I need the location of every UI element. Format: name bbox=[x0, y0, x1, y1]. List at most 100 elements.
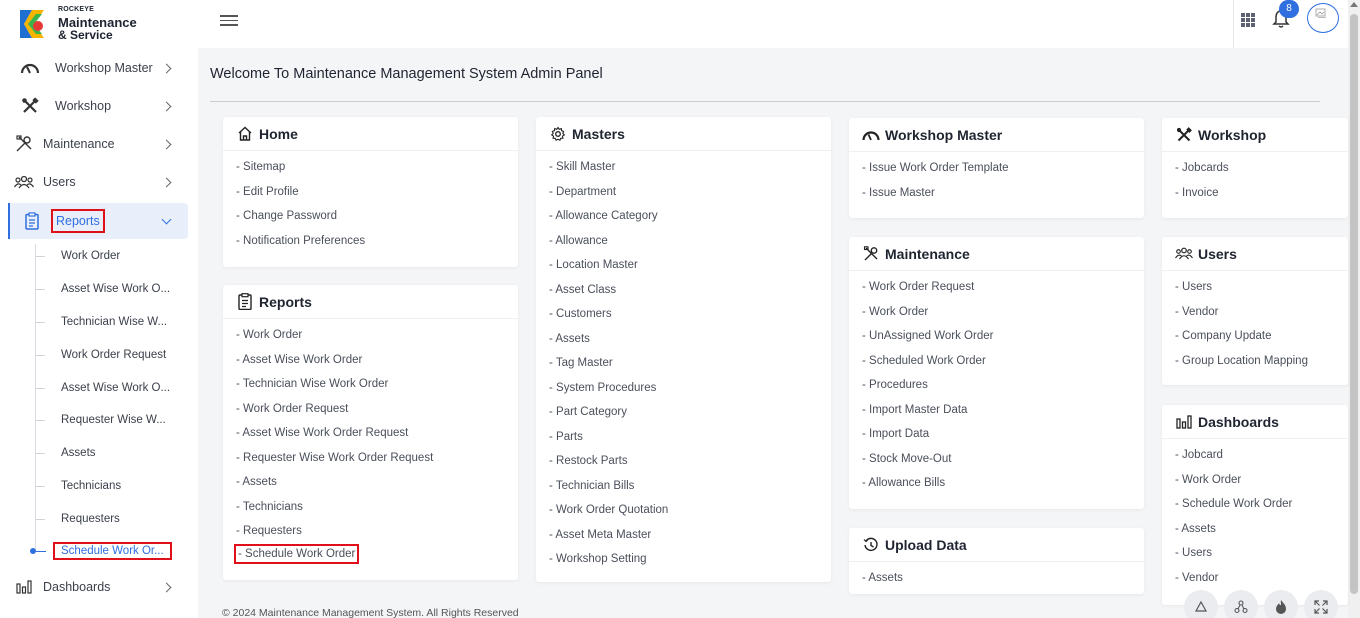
link-assets[interactable]: - Assets bbox=[1175, 517, 1348, 542]
link-technicians[interactable]: - Technicians bbox=[236, 495, 518, 520]
card-link-list: - Jobcard - Work Order - Schedule Work O… bbox=[1162, 439, 1348, 590]
card-link-list: - Skill Master - Department - Allowance … bbox=[536, 151, 831, 572]
link-asset-class[interactable]: - Asset Class bbox=[549, 278, 831, 303]
link-unassigned-work-order[interactable]: - UnAssigned Work Order bbox=[862, 324, 1144, 349]
expand-icon[interactable] bbox=[1304, 590, 1338, 618]
link-scheduled-work-order[interactable]: - Scheduled Work Order bbox=[862, 349, 1144, 374]
link-allowance-category[interactable]: - Allowance Category bbox=[549, 204, 831, 229]
link-asset-meta-master[interactable]: - Asset Meta Master bbox=[549, 523, 831, 548]
sidebar-item-users[interactable]: Users bbox=[2, 165, 188, 199]
recycle-icon[interactable] bbox=[1184, 590, 1218, 618]
user-avatar[interactable] bbox=[1307, 3, 1339, 33]
link-schedule-work-order[interactable]: - Schedule Work Order bbox=[234, 543, 360, 564]
submenu-item-asset-wise-work-order-request[interactable]: Asset Wise Work O... bbox=[30, 377, 190, 399]
link-allowance[interactable]: - Allowance bbox=[549, 229, 831, 254]
flame-icon[interactable] bbox=[1264, 590, 1298, 618]
link-import-data[interactable]: - Import Data bbox=[862, 422, 1144, 447]
link-stock-move-out[interactable]: - Stock Move-Out bbox=[862, 447, 1144, 472]
brand-small: ROCKEYE bbox=[58, 6, 95, 13]
link-jobcard[interactable]: - Jobcard bbox=[1175, 443, 1348, 468]
card-reports: Reports - Work Order - Asset Wise Work O… bbox=[223, 285, 518, 580]
sidebar-item-maintenance[interactable]: Maintenance bbox=[2, 127, 188, 161]
link-work-order[interactable]: - Work Order bbox=[236, 323, 518, 348]
link-system-procedures[interactable]: - System Procedures bbox=[549, 376, 831, 401]
link-department[interactable]: - Department bbox=[549, 180, 831, 205]
sidebar: Workshop Master Workshop Maintenance Use… bbox=[0, 48, 198, 618]
wrench-screwdriver-icon bbox=[862, 245, 880, 263]
scroll-up-arrow-icon[interactable] bbox=[1350, 2, 1358, 7]
link-work-order[interactable]: - Work Order bbox=[862, 300, 1144, 325]
link-change-password[interactable]: - Change Password bbox=[236, 204, 518, 229]
submenu-item-requesters[interactable]: Requesters bbox=[30, 508, 190, 530]
link-company-update[interactable]: - Company Update bbox=[1175, 324, 1348, 349]
link-work-order-request[interactable]: - Work Order Request bbox=[236, 397, 518, 422]
sidebar-item-reports[interactable]: Reports bbox=[8, 203, 188, 239]
link-asset-wise-work-order-request[interactable]: - Asset Wise Work Order Request bbox=[236, 421, 518, 446]
link-asset-wise-work-order[interactable]: - Asset Wise Work Order bbox=[236, 348, 518, 373]
link-work-order[interactable]: - Work Order bbox=[1175, 468, 1348, 493]
link-location-master[interactable]: - Location Master bbox=[549, 253, 831, 278]
link-tag-master[interactable]: - Tag Master bbox=[549, 351, 831, 376]
submenu-item-schedule-work-order[interactable]: Schedule Work Or... bbox=[28, 540, 188, 562]
notification-count-badge[interactable]: 8 bbox=[1279, 0, 1299, 18]
submenu-item-asset-wise-work-order[interactable]: Asset Wise Work O... bbox=[30, 278, 190, 300]
menu-toggle-icon[interactable] bbox=[220, 12, 238, 30]
page-scrollbar[interactable] bbox=[1348, 0, 1360, 618]
link-assets[interactable]: - Assets bbox=[549, 327, 831, 352]
link-invoice[interactable]: - Invoice bbox=[1175, 181, 1348, 206]
link-vendor[interactable]: - Vendor bbox=[1175, 566, 1348, 591]
submenu-item-work-order[interactable]: Work Order bbox=[30, 245, 190, 267]
link-notification-preferences[interactable]: - Notification Preferences bbox=[236, 229, 518, 254]
chevron-right-icon bbox=[161, 101, 172, 111]
submenu-item-label: Work Order Request bbox=[61, 349, 167, 361]
card-users: Users - Users - Vendor - Company Update … bbox=[1162, 237, 1348, 385]
link-skill-master[interactable]: - Skill Master bbox=[549, 155, 831, 180]
sidebar-item-workshop[interactable]: Workshop bbox=[8, 89, 188, 123]
link-procedures[interactable]: - Procedures bbox=[862, 373, 1144, 398]
submenu-item-technician-wise-work-order[interactable]: Technician Wise W... bbox=[30, 311, 190, 333]
submenu-item-requester-wise-work-order[interactable]: Requester Wise W... bbox=[30, 409, 190, 431]
link-issue-work-order-template[interactable]: - Issue Work Order Template bbox=[862, 156, 1144, 181]
link-requester-wise-work-order-request[interactable]: - Requester Wise Work Order Request bbox=[236, 446, 518, 471]
card-title: Home bbox=[259, 125, 298, 142]
link-edit-profile[interactable]: - Edit Profile bbox=[236, 180, 518, 205]
chevron-right-icon bbox=[161, 582, 172, 592]
link-issue-master[interactable]: - Issue Master bbox=[862, 181, 1144, 206]
gauge-icon bbox=[20, 58, 40, 78]
link-import-master-data[interactable]: - Import Master Data bbox=[862, 398, 1144, 423]
link-sitemap[interactable]: - Sitemap bbox=[236, 155, 518, 180]
link-parts[interactable]: - Parts bbox=[549, 425, 831, 450]
sidebar-item-workshop-master[interactable]: Workshop Master bbox=[8, 51, 188, 85]
link-group-location-mapping[interactable]: - Group Location Mapping bbox=[1175, 349, 1348, 374]
link-jobcards[interactable]: - Jobcards bbox=[1175, 156, 1348, 181]
link-work-order-quotation[interactable]: - Work Order Quotation bbox=[549, 498, 831, 523]
sidebar-item-dashboards[interactable]: Dashboards bbox=[2, 570, 188, 604]
network-icon[interactable] bbox=[1224, 590, 1258, 618]
link-requesters[interactable]: - Requesters bbox=[236, 519, 518, 544]
link-technician-wise-work-order[interactable]: - Technician Wise Work Order bbox=[236, 372, 518, 397]
card-link-list: - Issue Work Order Template - Issue Mast… bbox=[849, 152, 1144, 205]
tools-icon bbox=[20, 96, 40, 116]
sidebar-item-label: Workshop bbox=[55, 99, 112, 113]
link-technician-bills[interactable]: - Technician Bills bbox=[549, 474, 831, 499]
link-customers[interactable]: - Customers bbox=[549, 302, 831, 327]
logo-mark-icon bbox=[20, 10, 44, 38]
link-users[interactable]: - Users bbox=[1175, 541, 1348, 566]
link-assets[interactable]: - Assets bbox=[236, 470, 518, 495]
submenu-item-assets[interactable]: Assets bbox=[30, 442, 190, 464]
submenu-item-work-order-request[interactable]: Work Order Request bbox=[30, 344, 190, 366]
link-users[interactable]: - Users bbox=[1175, 275, 1348, 300]
link-part-category[interactable]: - Part Category bbox=[549, 400, 831, 425]
card-masters: Masters - Skill Master - Department - Al… bbox=[536, 117, 831, 582]
link-restock-parts[interactable]: - Restock Parts bbox=[549, 449, 831, 474]
link-work-order-request[interactable]: - Work Order Request bbox=[862, 275, 1144, 300]
submenu-item-technicians[interactable]: Technicians bbox=[30, 475, 190, 497]
link-assets[interactable]: - Assets bbox=[862, 566, 1144, 591]
link-schedule-work-order[interactable]: - Schedule Work Order bbox=[1175, 492, 1348, 517]
apps-grid-icon[interactable] bbox=[1241, 13, 1255, 27]
link-vendor[interactable]: - Vendor bbox=[1175, 300, 1348, 325]
link-workshop-setting[interactable]: - Workshop Setting bbox=[549, 547, 831, 572]
scrollbar-thumb[interactable] bbox=[1350, 14, 1358, 594]
brand-logo[interactable]: ROCKEYE Maintenance & Service bbox=[14, 4, 194, 44]
link-allowance-bills[interactable]: - Allowance Bills bbox=[862, 471, 1144, 496]
